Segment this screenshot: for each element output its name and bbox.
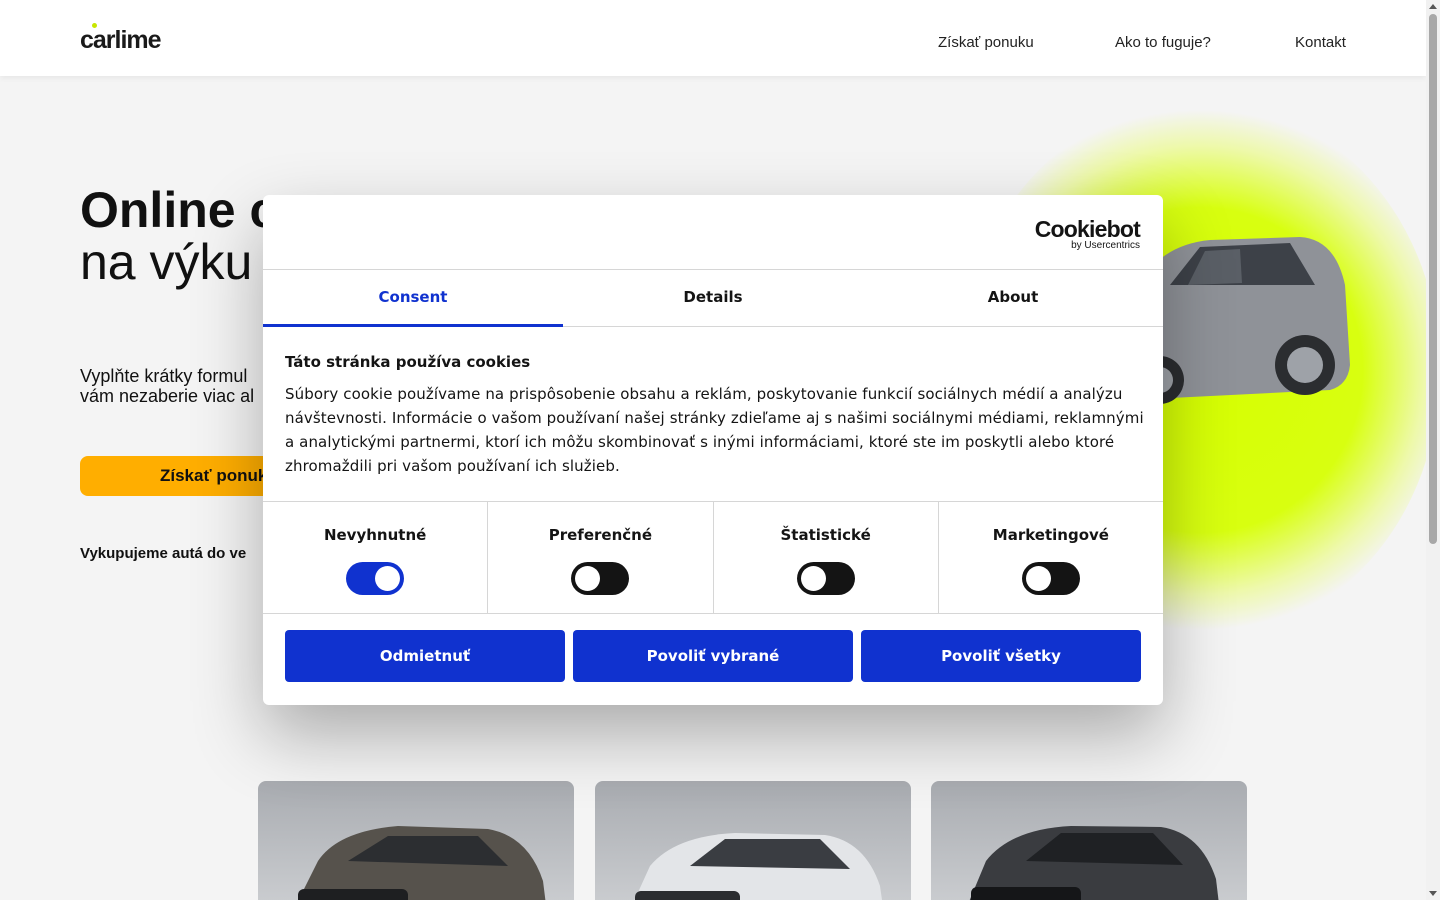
toggle-group-statistics: Štatistické <box>714 502 939 613</box>
toggle-group-necessary: Nevyhnutné <box>263 502 489 613</box>
car-photo-toyota <box>969 826 1219 900</box>
toggle-statistics[interactable] <box>796 562 855 595</box>
toggle-group-marketing: Marketingové <box>939 502 1163 613</box>
scroll-up-icon[interactable] <box>1429 4 1437 9</box>
car-photo-skoda <box>634 833 882 900</box>
cookiebot-brand-by: by Usercentrics <box>1071 240 1140 251</box>
allow-selected-button[interactable]: Povoliť vybrané <box>573 630 853 682</box>
logo-text: carlime <box>80 26 162 54</box>
cookiebot-logo: Cookiebot by Usercentrics <box>1034 216 1141 251</box>
logo-dot-icon <box>92 23 97 28</box>
hero-title-line2: na výku <box>80 234 253 290</box>
toggle-necessary[interactable] <box>346 562 405 595</box>
car-photo-audi <box>298 826 546 900</box>
hero-title-line1: Online c <box>80 182 278 238</box>
toggle-label-marketing: Marketingové <box>992 526 1109 544</box>
cookie-tabs: Consent Details About <box>263 269 1163 327</box>
nav-get-offer[interactable]: Získať ponuku <box>938 34 1034 51</box>
toggle-group-preferences: Preferenčné <box>488 502 714 613</box>
cookie-body-text: Súbory cookie používame na prispôsobenie… <box>285 385 1144 475</box>
tab-consent[interactable]: Consent <box>263 270 563 327</box>
cookiebot-brand-name: Cookiebot <box>1034 216 1141 242</box>
toggle-knob <box>800 566 826 591</box>
hero-note: Vykupujeme autá do ve <box>80 545 247 562</box>
cookie-buttons: Odmietnuť Povoliť vybrané Povoliť všetky <box>285 630 1141 682</box>
toggle-knob <box>375 566 401 591</box>
toggle-marketing[interactable] <box>1021 562 1080 595</box>
toggle-label-necessary: Nevyhnutné <box>323 526 427 544</box>
reject-button[interactable]: Odmietnuť <box>285 630 565 682</box>
toggle-preferences[interactable] <box>571 562 630 595</box>
nav-contact[interactable]: Kontakt <box>1295 34 1346 51</box>
scroll-thumb[interactable] <box>1429 14 1437 544</box>
nav-how-it-works[interactable]: Ako to fuguje? <box>1115 34 1211 51</box>
allow-all-button[interactable]: Povoliť všetky <box>861 630 1141 682</box>
cookie-heading: Táto stránka používa cookies <box>285 353 531 371</box>
cookie-category-toggles: Nevyhnutné Preferenčné Štatistické Marke… <box>263 501 1163 614</box>
tab-details[interactable]: Details <box>563 270 863 326</box>
site-header: carlime Získať ponuku Ako to fuguje? Kon… <box>0 0 1426 76</box>
hero-title: Online c na výku <box>80 184 277 288</box>
cookie-consent-dialog: Cookiebot by Usercentrics Consent Detail… <box>263 195 1163 705</box>
scroll-down-icon[interactable] <box>1429 891 1437 896</box>
car-card-toyota[interactable] <box>931 781 1247 900</box>
tab-about[interactable]: About <box>863 270 1163 326</box>
toggle-knob <box>1025 566 1051 591</box>
toggle-label-statistics: Štatistické <box>780 526 871 544</box>
toggle-knob <box>575 566 601 591</box>
car-card-skoda[interactable] <box>595 781 911 900</box>
toggle-label-preferences: Preferenčné <box>548 526 652 544</box>
carlime-logo[interactable]: carlime <box>80 23 162 55</box>
page-scrollbar[interactable] <box>1426 0 1440 900</box>
car-card-audi[interactable] <box>258 781 574 900</box>
